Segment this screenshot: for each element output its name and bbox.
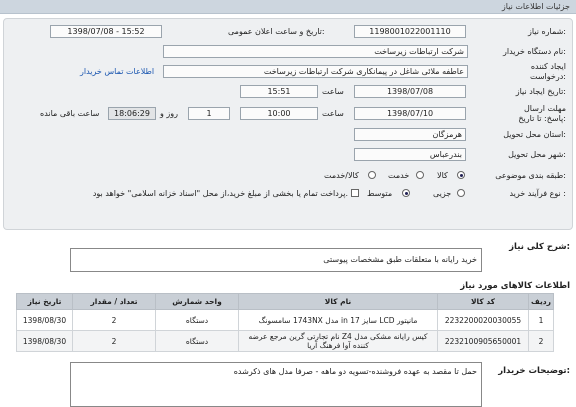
treasury-checkbox[interactable]: [351, 189, 359, 197]
cell-unit: دستگاه: [155, 309, 239, 331]
province-field[interactable]: هرمزگان: [354, 128, 466, 141]
contact-buyer-link[interactable]: اطلاعات تماس خریدار: [80, 67, 154, 76]
purchase-type-label: نوع فرآیند خرید :: [509, 189, 566, 198]
creator-label: ایجاد کننده درخواست:: [530, 62, 566, 81]
need-number-field[interactable]: 1198001022001110: [354, 25, 466, 38]
purchase-radio-medium[interactable]: [402, 189, 410, 197]
category-radio-goods[interactable]: [457, 171, 465, 179]
deadline-date-field[interactable]: 1398/07/10: [354, 107, 466, 120]
cell-name: کیس رایانه مشکی مدل Z4 نام تجارتی گرین م…: [238, 330, 438, 352]
col-unit-header: واحد شمارش: [155, 293, 239, 310]
category-option-goods: کالا: [437, 171, 448, 180]
items-section-title: اطلاعات کالاهای مورد نیاز: [460, 281, 570, 291]
category-radio-both[interactable]: [368, 171, 376, 179]
page-title: جزئیات اطلاعات نیاز: [501, 2, 570, 11]
buyer-field[interactable]: شرکت ارتباطات زیرساخت: [163, 45, 468, 58]
category-label: طبقه بندی موضوعی:: [495, 171, 566, 180]
col-code-header: کد کالا: [437, 293, 529, 310]
city-label: شهر محل تحویل:: [508, 150, 566, 159]
cell-unit: دستگاه: [155, 330, 239, 352]
summary-text: خرید رایانه با متعلقات طبق مشخصات پیوستی: [323, 255, 477, 264]
remaining-label: ساعت باقی مانده: [40, 109, 100, 118]
cell-code: 2232100905650001: [437, 330, 529, 352]
deadline-time-field[interactable]: 10:00: [240, 107, 318, 120]
category-option-both: کالا/خدمت: [324, 171, 359, 180]
announce-field[interactable]: 1398/07/08 - 15:52: [50, 25, 162, 38]
col-name-header: نام کالا: [238, 293, 438, 310]
remaining-time-field: 18:06:29: [108, 107, 156, 120]
table-row: 1 2232200020030055 مانیتور LCD سایز 17 i…: [16, 309, 554, 331]
cell-qty: 2: [72, 309, 156, 331]
deadline-time-label: ساعت: [322, 109, 344, 118]
notes-text: حمل تا مقصد به عهده فروشنده-تسویه دو ماه…: [233, 367, 477, 376]
notes-box: حمل تا مقصد به عهده فروشنده-تسویه دو ماه…: [70, 362, 482, 407]
announce-label: تاریخ و ساعت اعلان عمومی:: [228, 27, 325, 36]
category-option-service: خدمت: [388, 171, 410, 180]
items-table: ردیف کد کالا نام کالا واحد شمارش تعداد /…: [16, 293, 554, 352]
summary-label: شرح کلی نیاز:: [509, 242, 570, 252]
cell-date: 1398/08/30: [16, 330, 73, 352]
city-field[interactable]: بندرعباس: [354, 148, 466, 161]
cell-qty: 2: [72, 330, 156, 352]
cell-date: 1398/08/30: [16, 309, 73, 331]
category-radio-service[interactable]: [416, 171, 424, 179]
created-time-field[interactable]: 15:51: [240, 85, 318, 98]
need-number-label: شماره نیاز:: [527, 27, 566, 36]
created-label: تاریخ ایجاد نیاز:: [515, 87, 566, 96]
cell-code: 2232200020030055: [437, 309, 529, 331]
buyer-label: نام دستگاه خریدار:: [502, 47, 566, 56]
deadline-label: مهلت ارسال پاسخ: تا تاریخ:: [518, 104, 566, 123]
purchase-option-minor: جزیی: [433, 189, 452, 198]
treasury-note: پرداخت تمام یا بخشی از مبلغ خرید،از محل …: [92, 189, 348, 198]
summary-box: خرید رایانه با متعلقات طبق مشخصات پیوستی: [70, 248, 482, 272]
notes-label: توضیحات خریدار:: [498, 366, 570, 376]
purchase-radio-minor[interactable]: [457, 189, 465, 197]
created-time-label: ساعت: [322, 87, 344, 96]
col-qty-header: تعداد / مقدار: [72, 293, 156, 310]
col-date-header: تاریخ نیاز: [16, 293, 73, 310]
created-date-field[interactable]: 1398/07/08: [354, 85, 466, 98]
purchase-option-medium: متوسط: [367, 189, 393, 198]
province-label: استان محل تحویل:: [503, 130, 566, 139]
header-bar: جزئیات اطلاعات نیاز: [0, 0, 576, 14]
table-header-row: ردیف کد کالا نام کالا واحد شمارش تعداد /…: [16, 293, 554, 310]
cell-row: 1: [528, 309, 554, 331]
cell-name: مانیتور LCD سایز 17 in مدل 1743NX سامسون…: [238, 309, 438, 331]
creator-field[interactable]: عاطفه ملائی شاغل در پیمانکاری شرکت ارتبا…: [163, 65, 468, 78]
days-label: روز و: [160, 109, 178, 118]
table-row: 2 2232100905650001 کیس رایانه مشکی مدل Z…: [16, 330, 554, 352]
col-row-header: ردیف: [528, 293, 554, 310]
days-field[interactable]: 1: [188, 107, 230, 120]
cell-row: 2: [528, 330, 554, 352]
